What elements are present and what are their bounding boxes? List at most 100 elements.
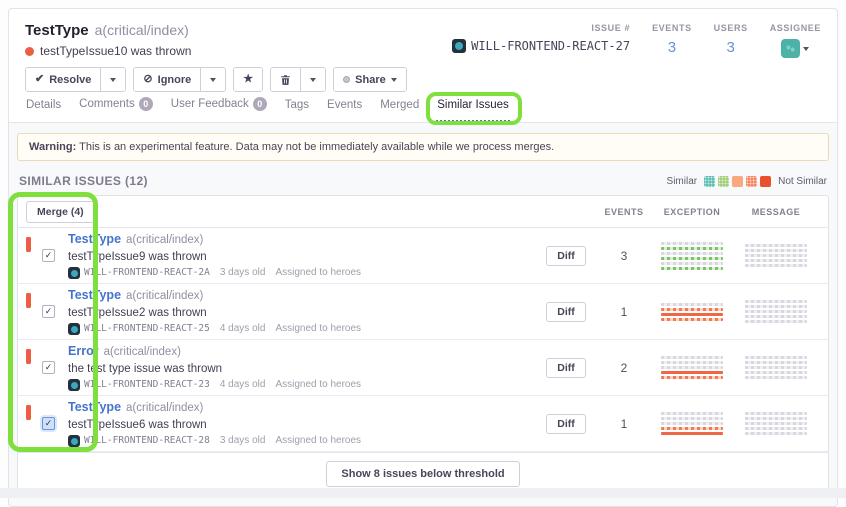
issue-message: the test type issue was thrown — [68, 362, 526, 376]
page-title: TestType — [25, 22, 89, 39]
exception-similarity-bars — [661, 240, 723, 272]
chevron-down-icon — [110, 78, 116, 82]
platform-icon — [452, 39, 466, 53]
similar-issue-row: ✓ Errora(critical/index) the test type i… — [18, 340, 828, 396]
events-label: EVENTS — [652, 23, 692, 33]
diff-button[interactable]: Diff — [546, 358, 586, 378]
tab-user-feedback[interactable]: User Feedback0 — [170, 97, 268, 122]
chevron-down-icon — [310, 78, 316, 82]
assignee-selector[interactable] — [770, 39, 821, 58]
chevron-down-icon — [391, 78, 397, 82]
diff-button[interactable]: Diff — [546, 414, 586, 434]
issue-short-id: WILL-FRONTEND-REACT-2A — [84, 267, 210, 279]
issue-message: testTypeIssue2 was thrown — [68, 306, 526, 320]
chevron-down-icon — [210, 78, 216, 82]
issue-title-link[interactable]: TestType — [68, 232, 121, 246]
similar-issues-content: Warning: This is an experimental feature… — [9, 123, 837, 506]
tab-similar-issues[interactable]: Similar Issues — [436, 99, 510, 122]
trash-icon — [280, 74, 291, 86]
row-checkbox[interactable]: ✓ — [42, 305, 55, 318]
share-indicator-icon — [343, 76, 350, 83]
column-header-events: EVENTS — [598, 207, 650, 217]
message-similarity-bars — [745, 354, 807, 381]
tab-details[interactable]: Details — [25, 99, 62, 122]
issue-short-id: WILL-FRONTEND-REACT-28 — [84, 435, 210, 447]
issue-tab-bar: Details Comments0 User Feedback0 Tags Ev… — [9, 91, 837, 123]
star-icon: ★ — [243, 74, 253, 85]
merge-button[interactable]: Merge (4) — [26, 201, 95, 223]
platform-icon — [68, 323, 80, 335]
error-level-dot — [25, 47, 34, 56]
users-count-link[interactable]: 3 — [714, 39, 748, 56]
row-events-count: 3 — [598, 249, 650, 263]
issue-header: TestTypea(critical/index) testTypeIssue1… — [9, 9, 837, 91]
diff-button[interactable]: Diff — [546, 246, 586, 266]
issue-message: testTypeIssue6 was thrown — [68, 418, 526, 432]
action-toolbar: ✔Resolve ⊘Ignore ★ Share — [25, 67, 407, 92]
tab-merged[interactable]: Merged — [379, 99, 420, 122]
panel-toolbar: Merge (4) EVENTS EXCEPTION MESSAGE — [18, 196, 828, 228]
tab-comments[interactable]: Comments0 — [78, 97, 154, 122]
delete-button-group — [270, 67, 326, 92]
star-button[interactable]: ★ — [234, 68, 262, 91]
error-level-bar — [26, 237, 31, 252]
row-checkbox[interactable]: ✓ — [42, 249, 55, 262]
share-button-group: Share — [333, 67, 407, 92]
events-count-link[interactable]: 3 — [652, 39, 692, 56]
issue-short-id: WILL-FRONTEND-REACT-23 — [84, 379, 210, 391]
issue-age: 4 days old — [220, 379, 266, 391]
message-similarity-bars — [745, 242, 807, 269]
row-events-count: 2 — [598, 361, 650, 375]
column-header-message: MESSAGE — [734, 207, 818, 217]
delete-button[interactable] — [271, 68, 300, 91]
ignore-button[interactable]: ⊘Ignore — [134, 68, 200, 91]
error-level-bar — [26, 293, 31, 308]
similar-issue-row: ✓ TestTypea(critical/index) testTypeIssu… — [18, 228, 828, 284]
issue-assigned: Assigned to heroes — [275, 379, 361, 391]
message-similarity-bars — [745, 298, 807, 325]
assignee-label: ASSIGNEE — [770, 23, 821, 33]
similar-issue-row: ✓ TestTypea(critical/index) testTypeIssu… — [18, 284, 828, 340]
issue-title-link[interactable]: TestType — [68, 288, 121, 302]
error-level-bar — [26, 349, 31, 364]
resolve-dropdown-button[interactable] — [100, 68, 125, 91]
issue-culprit: a(critical/index) — [95, 22, 189, 38]
issue-assigned: Assigned to heroes — [275, 267, 361, 279]
experimental-warning-banner: Warning: This is an experimental feature… — [17, 133, 829, 161]
platform-icon — [68, 267, 80, 279]
stat-users: USERS 3 — [714, 23, 748, 91]
ignore-dropdown-button[interactable] — [200, 68, 225, 91]
similar-issue-row: ✓ TestTypea(critical/index) testTypeIssu… — [18, 396, 828, 452]
issue-title-link[interactable]: Error — [68, 344, 99, 358]
row-checkbox[interactable]: ✓ — [42, 361, 55, 374]
mute-icon: ⊘ — [143, 74, 152, 85]
issue-number-label: ISSUE # — [452, 23, 630, 33]
show-below-threshold-button[interactable]: Show 8 issues below threshold — [326, 461, 519, 487]
issue-title-link[interactable]: TestType — [68, 400, 121, 414]
similar-issues-panel: Merge (4) EVENTS EXCEPTION MESSAGE ✓ Tes… — [17, 195, 829, 496]
similar-issues-heading: SIMILAR ISSUES (12) — [19, 174, 148, 188]
issue-age: 3 days old — [220, 435, 266, 447]
issue-short-id: WILL-FRONTEND-REACT-25 — [84, 323, 210, 335]
resolve-button[interactable]: ✔Resolve — [26, 68, 100, 91]
issue-assigned: Assigned to heroes — [275, 435, 361, 447]
comments-count-badge: 0 — [139, 97, 153, 111]
row-events-count: 1 — [598, 417, 650, 431]
issue-detail-card: TestTypea(critical/index) testTypeIssue1… — [8, 8, 838, 507]
legend-similar-label: Similar — [667, 176, 698, 187]
tab-tags[interactable]: Tags — [284, 99, 310, 122]
exception-similarity-bars — [661, 301, 723, 323]
row-checkbox[interactable]: ✓ — [42, 417, 55, 430]
row-events-count: 1 — [598, 305, 650, 319]
platform-icon — [68, 435, 80, 447]
stat-issue-id: ISSUE # WILL-FRONTEND-REACT-27 — [452, 23, 630, 91]
tab-events[interactable]: Events — [326, 99, 363, 122]
share-button[interactable]: Share — [334, 68, 406, 91]
delete-dropdown-button[interactable] — [300, 68, 325, 91]
diff-button[interactable]: Diff — [546, 302, 586, 322]
issue-message: testTypeIssue9 was thrown — [68, 250, 526, 264]
issue-short-id: WILL-FRONTEND-REACT-27 — [471, 39, 630, 53]
bookmark-button-group: ★ — [233, 67, 263, 92]
feedback-count-badge: 0 — [253, 97, 267, 111]
page-background-strip — [0, 488, 846, 498]
